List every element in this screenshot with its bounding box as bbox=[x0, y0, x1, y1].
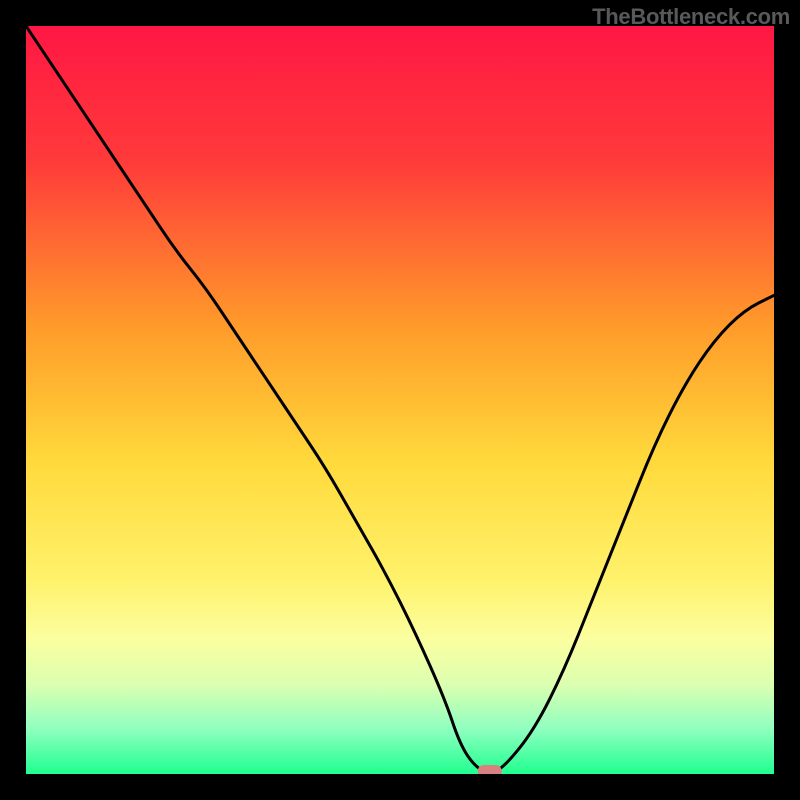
plot-area bbox=[26, 26, 774, 774]
plot-svg bbox=[26, 26, 774, 774]
gradient-background bbox=[26, 26, 774, 774]
chart-frame: TheBottleneck.com bbox=[0, 0, 800, 800]
optimal-marker bbox=[478, 765, 502, 774]
watermark-text: TheBottleneck.com bbox=[592, 4, 790, 30]
